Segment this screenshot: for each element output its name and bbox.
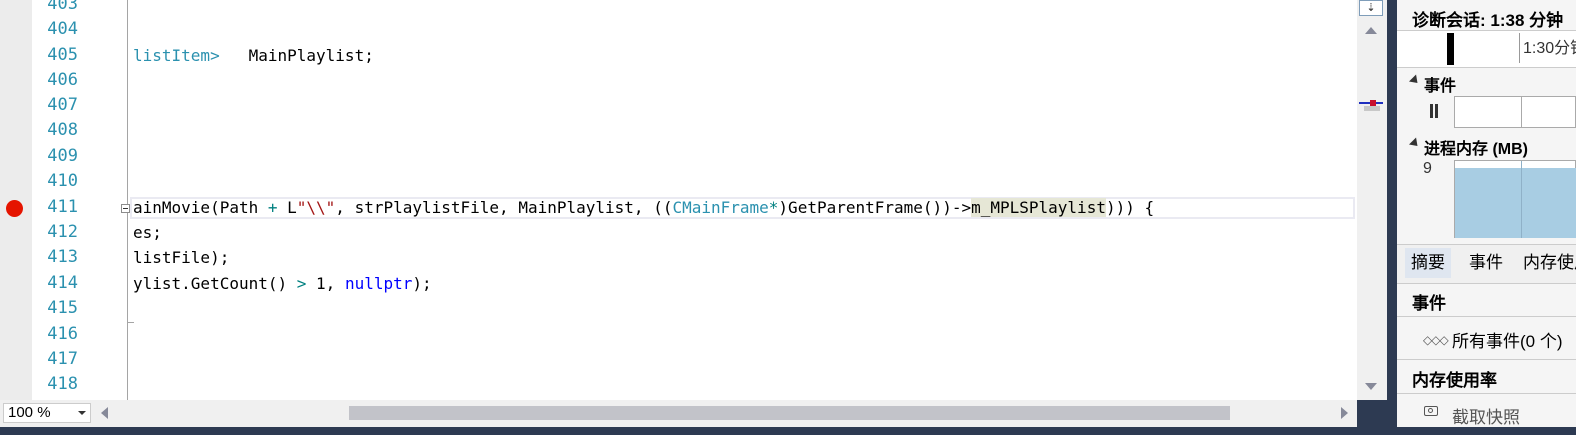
code-token: L: [277, 198, 297, 217]
pause-icon[interactable]: [1429, 104, 1439, 118]
code-line-411[interactable]: ainMovie(Path + L"\\", strPlaylistFile, …: [133, 195, 1154, 220]
code-line-413[interactable]: listFile);: [133, 245, 229, 270]
line-number: 403: [47, 0, 78, 14]
code-editor[interactable]: 403 404 405 406 407 408 409 410 411 412 …: [0, 0, 1357, 400]
divider: [1397, 359, 1576, 360]
code-line-412[interactable]: es;: [133, 220, 162, 245]
horizontal-scroll-thumb[interactable]: [349, 406, 1230, 420]
zoom-select[interactable]: 100 %: [3, 403, 91, 423]
events-section-title: 事件: [1424, 78, 1457, 95]
camera-icon: [1424, 406, 1438, 416]
code-token: )GetParentFrame(): [778, 198, 943, 217]
memory-chart-tick: [1521, 161, 1522, 238]
line-number: 412: [47, 222, 78, 242]
code-token: 1,: [306, 274, 345, 293]
line-number: 411: [47, 197, 78, 217]
scroll-up-icon[interactable]: [1365, 27, 1377, 34]
timeline-tick: [1519, 33, 1520, 63]
collapse-triangle-icon[interactable]: [1408, 137, 1422, 150]
outlining-end-tick: [127, 322, 134, 323]
line-number: 418: [47, 374, 78, 394]
tab-memory-usage[interactable]: 内存使用率: [1517, 248, 1576, 278]
vertical-scrollbar[interactable]: [1357, 0, 1387, 400]
code-token: ))) {: [1105, 198, 1155, 217]
code-token: CMainFrame: [672, 198, 769, 217]
take-snapshot-button[interactable]: 截取快照: [1452, 403, 1520, 427]
memory-axis-label: 9: [1423, 160, 1432, 177]
line-number: 417: [47, 349, 78, 369]
code-token: );: [412, 274, 432, 293]
events-track[interactable]: [1454, 96, 1576, 128]
scroll-right-icon[interactable]: [1341, 407, 1348, 419]
line-number: 409: [47, 146, 78, 166]
all-events-link[interactable]: 所有事件(0 个): [1452, 327, 1563, 352]
code-token: >: [296, 274, 307, 293]
code-token: listItem>: [133, 46, 220, 65]
chevron-down-icon: [78, 411, 86, 415]
line-number: 404: [47, 19, 78, 39]
collapse-icon[interactable]: [121, 204, 130, 213]
timeline-cursor[interactable]: [1447, 33, 1454, 65]
code-token: MainPlaylist;: [219, 46, 374, 65]
code-token: nullptr: [344, 274, 413, 293]
line-number: 407: [47, 95, 78, 115]
code-token: +: [267, 198, 278, 217]
line-number: 410: [47, 171, 78, 191]
code-token: ainMovie(Path: [133, 198, 268, 217]
timeline-label: 1:30分钟: [1523, 40, 1576, 57]
line-number: 416: [47, 324, 78, 344]
line-number: 408: [47, 120, 78, 140]
zoom-value: 100 %: [8, 404, 51, 421]
events-heading: 事件: [1412, 294, 1446, 313]
line-number: 405: [47, 45, 78, 65]
tab-summary[interactable]: 摘要: [1405, 248, 1451, 278]
memory-section-title: 进程内存 (MB): [1424, 141, 1528, 158]
diagnostic-session-title: 诊断会话: 1:38 分钟: [1412, 11, 1564, 30]
line-number: 413: [47, 247, 78, 267]
code-token: ((: [653, 198, 673, 217]
outlining-line: [127, 0, 128, 400]
scroll-thumb[interactable]: [1364, 106, 1380, 111]
divider: [1397, 316, 1576, 317]
code-token: , strPlaylistFile, MainPlaylist,: [335, 198, 654, 217]
code-line-405[interactable]: listItem> MainPlaylist;: [133, 43, 374, 68]
line-number: 415: [47, 298, 78, 318]
code-token: )->: [942, 198, 972, 217]
scroll-down-icon[interactable]: [1365, 383, 1377, 390]
code-token: m_MPLSPlaylist: [971, 198, 1106, 217]
code-token: "\\": [296, 198, 336, 217]
tab-events[interactable]: 事件: [1463, 248, 1509, 278]
code-line-414[interactable]: ylist.GetCount() > 1, nullptr);: [133, 271, 432, 296]
collapse-triangle-icon[interactable]: [1408, 74, 1422, 87]
split-window-icon[interactable]: ⇣: [1359, 0, 1383, 16]
breakpoint-icon[interactable]: [6, 200, 23, 217]
line-number: 406: [47, 70, 78, 90]
events-list-icon: ◇◇◇: [1423, 333, 1449, 347]
memory-usage-heading: 内存使用率: [1412, 371, 1497, 390]
memory-area: [1455, 168, 1576, 238]
code-token: ylist.GetCount(): [133, 274, 297, 293]
code-token: *: [768, 198, 779, 217]
scroll-left-icon[interactable]: [101, 407, 108, 419]
line-number: 414: [47, 273, 78, 293]
divider: [1397, 393, 1576, 394]
diagnostic-tools-panel: 诊断会话: 1:38 分钟 1:30分钟 事件 进程内存 (MB) 9 摘要 事…: [1397, 0, 1576, 427]
events-track-tick: [1521, 97, 1522, 127]
